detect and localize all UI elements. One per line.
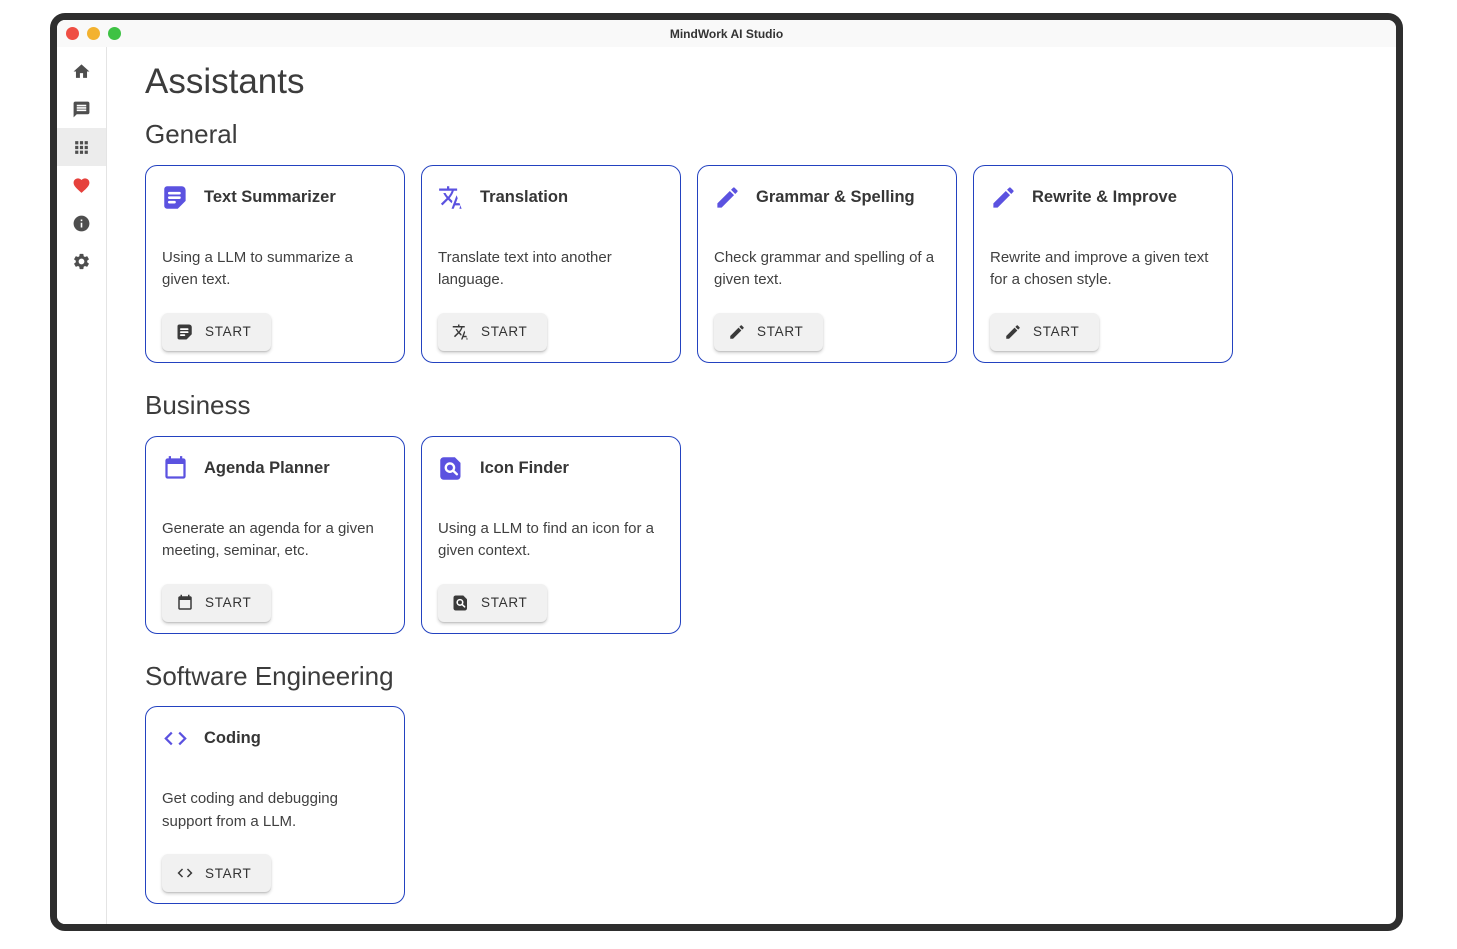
- sidebar: [57, 47, 107, 924]
- card-grid: Text Summarizer Using a LLM to summarize…: [145, 165, 1372, 363]
- apps-icon: [72, 138, 91, 157]
- card-grid: Agenda Planner Generate an agenda for a …: [145, 436, 1372, 634]
- edit-icon: [714, 184, 741, 211]
- titlebar: MindWork AI Studio: [57, 20, 1396, 47]
- card-grid: Coding Get coding and debugging support …: [145, 706, 1372, 904]
- sidebar-item-info[interactable]: [57, 204, 106, 242]
- card-header: Text Summarizer: [162, 184, 336, 211]
- card-title: Rewrite & Improve: [1032, 188, 1177, 207]
- icon-search-icon: [438, 455, 465, 482]
- card-title: Agenda Planner: [204, 459, 330, 478]
- code-icon: [162, 725, 189, 752]
- card-description: Rewrite and improve a given text for a c…: [990, 247, 1216, 292]
- edit-icon: [990, 184, 1017, 211]
- card-header: Rewrite & Improve: [990, 184, 1177, 211]
- card-description: Translate text into another language.: [438, 247, 664, 292]
- card-header: Agenda Planner: [162, 455, 330, 482]
- start-button-label: START: [205, 595, 252, 610]
- assistant-section: Business Agenda Planner Generate an agen…: [145, 389, 1372, 634]
- close-button[interactable]: [66, 27, 79, 40]
- assistant-card[interactable]: Grammar & Spelling Check grammar and spe…: [697, 165, 957, 363]
- card-title: Icon Finder: [480, 459, 569, 478]
- assistant-card[interactable]: Coding Get coding and debugging support …: [145, 706, 405, 904]
- assistant-card[interactable]: Agenda Planner Generate an agenda for a …: [145, 436, 405, 634]
- start-button-label: START: [1033, 324, 1080, 339]
- start-button-label: START: [481, 324, 528, 339]
- card-header: Icon Finder: [438, 455, 569, 482]
- calendar-icon: [176, 594, 194, 612]
- sidebar-item-apps[interactable]: [57, 128, 106, 166]
- favorites-heart-icon: [72, 176, 91, 195]
- card-title: Grammar & Spelling: [756, 188, 915, 207]
- edit-icon: [1004, 323, 1022, 341]
- assistant-section: General Text Summarizer Using a LLM to s…: [145, 118, 1372, 363]
- zoom-button[interactable]: [108, 27, 121, 40]
- start-button[interactable]: START: [162, 313, 271, 351]
- assistant-card[interactable]: Icon Finder Using a LLM to find an icon …: [421, 436, 681, 634]
- edit-icon: [728, 323, 746, 341]
- start-button[interactable]: START: [162, 854, 271, 892]
- start-button[interactable]: START: [438, 584, 547, 622]
- info-icon: [72, 214, 91, 233]
- sections: General Text Summarizer Using a LLM to s…: [145, 118, 1372, 904]
- assistant-card[interactable]: Translation Translate text into another …: [421, 165, 681, 363]
- start-button[interactable]: START: [438, 313, 547, 351]
- start-button-label: START: [205, 324, 252, 339]
- translate-icon: [438, 184, 465, 211]
- start-button[interactable]: START: [162, 584, 271, 622]
- assistant-card[interactable]: Text Summarizer Using a LLM to summarize…: [145, 165, 405, 363]
- card-description: Using a LLM to find an icon for a given …: [438, 518, 664, 563]
- card-description: Check grammar and spelling of a given te…: [714, 247, 940, 292]
- card-description: Using a LLM to summarize a given text.: [162, 247, 388, 292]
- icon-search-icon: [452, 594, 470, 612]
- app-window: MindWork AI Studio Assistants General Te…: [50, 13, 1403, 931]
- summarize-icon: [162, 184, 189, 211]
- assistant-card[interactable]: Rewrite & Improve Rewrite and improve a …: [973, 165, 1233, 363]
- section-heading: Software Engineering: [145, 660, 1372, 694]
- card-title: Coding: [204, 729, 261, 748]
- page-title: Assistants: [145, 61, 1372, 103]
- card-description: Get coding and debugging support from a …: [162, 788, 388, 833]
- card-title: Text Summarizer: [204, 188, 336, 207]
- window-title: MindWork AI Studio: [57, 27, 1396, 41]
- start-button[interactable]: START: [714, 313, 823, 351]
- card-header: Grammar & Spelling: [714, 184, 915, 211]
- sidebar-item-settings-gear[interactable]: [57, 242, 106, 280]
- card-header: Coding: [162, 725, 261, 752]
- card-header: Translation: [438, 184, 568, 211]
- window-body: Assistants General Text Summarizer Using…: [57, 47, 1396, 924]
- minimize-button[interactable]: [87, 27, 100, 40]
- translate-icon: [452, 323, 470, 341]
- start-button-label: START: [481, 595, 528, 610]
- calendar-icon: [162, 455, 189, 482]
- card-title: Translation: [480, 188, 568, 207]
- start-button-label: START: [205, 866, 252, 881]
- sidebar-item-home[interactable]: [57, 52, 106, 90]
- sidebar-item-favorites-heart[interactable]: [57, 166, 106, 204]
- section-heading: Business: [145, 389, 1372, 423]
- assistant-section: Software Engineering Coding Get coding a…: [145, 660, 1372, 905]
- content: Assistants General Text Summarizer Using…: [107, 47, 1396, 924]
- chat-icon: [72, 100, 91, 119]
- home-icon: [72, 62, 91, 81]
- summarize-icon: [176, 323, 194, 341]
- settings-gear-icon: [72, 252, 91, 271]
- sidebar-item-chat[interactable]: [57, 90, 106, 128]
- code-icon: [176, 864, 194, 882]
- start-button-label: START: [757, 324, 804, 339]
- section-heading: General: [145, 118, 1372, 152]
- traffic-lights: [57, 27, 121, 40]
- start-button[interactable]: START: [990, 313, 1099, 351]
- card-description: Generate an agenda for a given meeting, …: [162, 518, 388, 563]
